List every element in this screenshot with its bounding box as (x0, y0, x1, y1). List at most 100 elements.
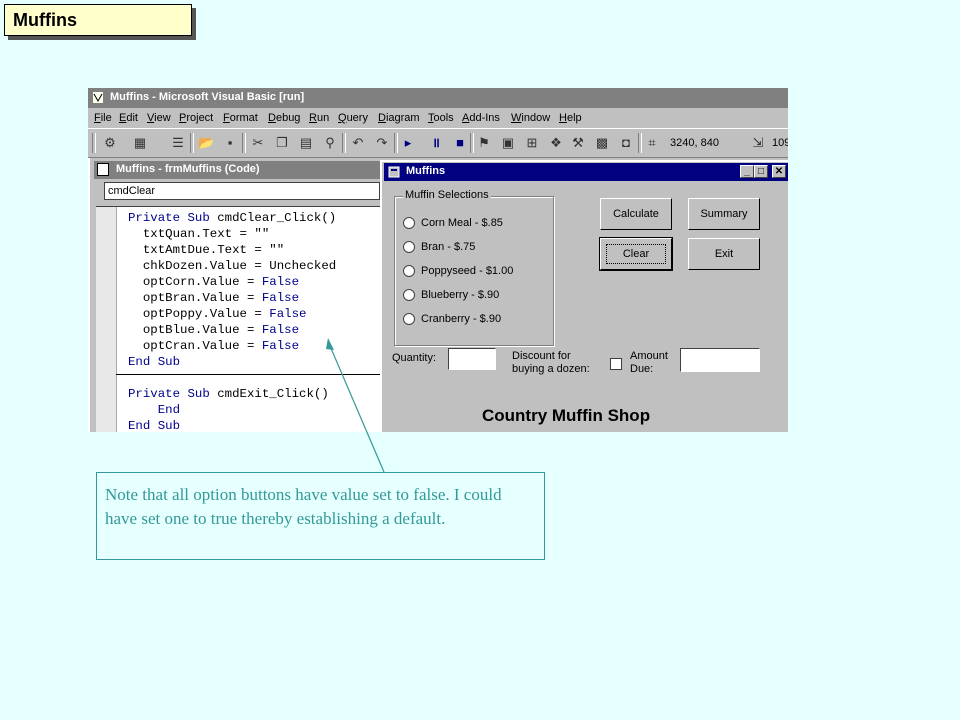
open-icon[interactable]: 📂 (198, 135, 214, 151)
code-line: optBlue.Value = False (142, 323, 300, 337)
code-keyword: False (261, 275, 300, 289)
end-icon[interactable]: ■ (452, 135, 468, 151)
code-keyword: Private Sub (128, 211, 218, 225)
calculate-button[interactable]: Calculate (600, 198, 672, 230)
code-line: txtQuan.Text = "" (142, 227, 270, 241)
component-manager-icon[interactable]: ◘ (618, 135, 634, 151)
code-window-titlebar: Muffins - frmMuffins (Code) (94, 161, 384, 179)
ide-title: Muffins - Microsoft Visual Basic [run] (110, 91, 305, 103)
code-line: optBran.Value = False (142, 291, 300, 305)
menu-query[interactable]: Query (338, 112, 368, 124)
code-window-icon (97, 163, 109, 176)
code-line: optCran.Value = False (142, 339, 300, 353)
object-browser-icon[interactable]: ❖ (548, 135, 564, 151)
standard-toolbar: ⚙ ▦ ☰ 📂 ▪ ✂ ❐ ▤ ⚲ ↶ ↷ ▸ ॥ ■ ⚑ ▣ ⊞ ❖ ⚒ ▩ … (88, 128, 788, 158)
ide-titlebar: Muffins - Microsoft Visual Basic [run] (88, 88, 788, 108)
menu-debug[interactable]: Debug (268, 112, 300, 124)
form-title: Muffins (406, 165, 446, 177)
project-explorer-icon[interactable]: ⚑ (476, 135, 492, 151)
slide-title: Muffins (13, 10, 77, 30)
menu-file[interactable]: File (94, 112, 112, 124)
menu-diagram[interactable]: Diagram (378, 112, 420, 124)
shop-title: Country Muffin Shop (482, 406, 651, 425)
form-titlebar: Muffins _ □ ✕ (384, 163, 788, 181)
code-keyword: False (269, 307, 307, 321)
menu-bar: File Edit View Project Format Debug Run … (88, 108, 788, 128)
form-layout-icon[interactable]: ⊞ (524, 135, 540, 151)
toolbox-icon[interactable]: ⚒ (570, 135, 586, 151)
toolbar-separator (470, 133, 474, 153)
toolbar-separator (342, 133, 346, 153)
redo-icon[interactable]: ↷ (374, 135, 390, 151)
code-line: chkDozen.Value = Unchecked (142, 259, 337, 273)
object-dropdown[interactable]: cmdClear (104, 182, 380, 200)
option-label: Cranberry - $.90 (421, 313, 502, 325)
exit-button[interactable]: Exit (688, 238, 760, 270)
dozen-checkbox[interactable] (610, 358, 622, 370)
menu-help[interactable]: Help (559, 112, 582, 124)
code-line: End (128, 402, 336, 418)
maximize-icon[interactable]: □ (754, 165, 768, 178)
menu-addins[interactable]: Add-Ins (462, 112, 500, 124)
menu-tools[interactable]: Tools (428, 112, 454, 124)
minimize-icon[interactable]: _ (740, 165, 754, 178)
add-form-icon[interactable]: ▦ (132, 135, 148, 151)
radio-button[interactable] (403, 289, 415, 301)
radio-button[interactable] (403, 241, 415, 253)
find-icon[interactable]: ⚲ (322, 135, 338, 151)
code-editor[interactable]: Private Sub cmdClear_Click() txtQuan.Tex… (96, 206, 382, 432)
save-icon[interactable]: ▪ (222, 135, 238, 151)
muffin-selections-group: Muffin Selections Corn Meal - $.85 Bran … (394, 189, 554, 346)
vb-app-icon (93, 92, 103, 103)
copy-icon[interactable]: ❐ (274, 135, 290, 151)
object-dropdown-value: cmdClear (108, 185, 156, 197)
callout-text: Note that all option buttons have value … (105, 485, 502, 528)
menu-editor-icon[interactable]: ☰ (170, 135, 186, 151)
clear-button[interactable]: Clear (599, 237, 673, 271)
size-icon: ⇲ (752, 135, 764, 150)
undo-icon[interactable]: ↶ (350, 135, 366, 151)
vb-ide-window: Muffins - Microsoft Visual Basic [run] F… (88, 88, 788, 432)
code-keyword: False (261, 323, 300, 337)
form-icon (388, 166, 400, 178)
radio-button[interactable] (403, 217, 415, 229)
code-keyword: False (261, 339, 300, 353)
properties-icon[interactable]: ▣ (500, 135, 516, 151)
code-keyword: End Sub (128, 355, 181, 369)
amount-due-input[interactable] (680, 348, 760, 372)
discount-label: Discount for buying a dozen: (512, 350, 590, 375)
code-line: txtAmtDue.Text = "" (142, 243, 285, 257)
muffins-form-window: Muffins _ □ ✕ Muffin Selections Corn Mea… (380, 160, 788, 432)
paste-icon[interactable]: ▤ (298, 135, 314, 151)
callout-note: Note that all option buttons have value … (96, 472, 545, 560)
data-view-icon[interactable]: ▩ (594, 135, 610, 151)
add-project-icon[interactable]: ⚙ (102, 135, 118, 151)
menu-project[interactable]: Project (179, 112, 213, 124)
radio-button[interactable] (403, 265, 415, 277)
menu-view[interactable]: View (147, 112, 171, 124)
option-label: Poppyseed - $1.00 (421, 265, 514, 277)
code-keyword: End (157, 403, 181, 417)
code-line: Private Sub cmdExit_Click() (128, 387, 329, 401)
code-lines: Private Sub cmdClear_Click() txtQuan.Tex… (128, 210, 336, 432)
menu-edit[interactable]: Edit (119, 112, 138, 124)
radio-button[interactable] (403, 313, 415, 325)
start-icon[interactable]: ▸ (400, 135, 416, 151)
code-line: Private Sub cmdClear_Click() (128, 211, 337, 225)
menu-format[interactable]: Format (223, 112, 258, 124)
cut-icon[interactable]: ✂ (250, 135, 266, 151)
code-keyword: False (261, 291, 300, 305)
slide-title-box: Muffins (4, 4, 192, 36)
summary-button[interactable]: Summary (688, 198, 760, 230)
option-label: Corn Meal - $.85 (421, 217, 503, 229)
toolbar-separator (190, 133, 194, 153)
amount-due-label: Amount Due: (630, 350, 668, 375)
menu-run[interactable]: Run (309, 112, 329, 124)
size-readout: 109 (772, 137, 788, 149)
quantity-input[interactable] (448, 348, 496, 370)
break-icon[interactable]: ॥ (428, 135, 444, 151)
close-icon[interactable]: ✕ (772, 165, 786, 178)
code-gutter (96, 207, 117, 432)
menu-window[interactable]: Window (511, 112, 550, 124)
